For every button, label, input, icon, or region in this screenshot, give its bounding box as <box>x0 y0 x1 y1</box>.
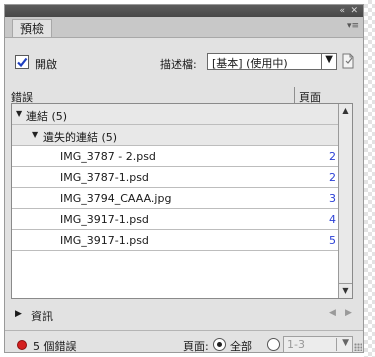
list-item[interactable]: IMG_3917-1.psd 4 <box>12 209 340 230</box>
expand-triangle-icon[interactable]: ▼ <box>16 109 22 118</box>
list-item-label: IMG_3787 - 2.psd <box>60 150 156 163</box>
preflight-panel: « ✕ 預檢 ▾≡ 開啟 描述檔: [基本] (使用中) ▼ 錯誤 頁面 ▼ 連… <box>4 4 364 353</box>
all-pages-radio[interactable] <box>213 338 226 351</box>
background-checker <box>364 0 375 357</box>
pages-label: 頁面: <box>183 340 209 353</box>
list-item-page[interactable]: 5 <box>329 234 336 247</box>
scroll-down-icon[interactable]: ▼ <box>339 283 352 298</box>
expand-triangle-icon[interactable]: ▼ <box>32 130 38 139</box>
list-item-page[interactable]: 3 <box>329 192 336 205</box>
list-item-label: IMG_3917-1.psd <box>60 234 149 247</box>
chevron-down-icon[interactable]: ▼ <box>342 338 349 348</box>
list-item-label: 遺失的連結 (5) <box>43 131 118 144</box>
profile-dropdown[interactable]: [基本] (使用中) ▼ <box>207 53 337 70</box>
enable-label: 開啟 <box>35 58 57 71</box>
error-status-icon <box>17 340 27 350</box>
list-item-label: IMG_3794_CAAA.jpg <box>60 192 172 205</box>
info-section: ▶ 資訊 ◀ ▶ <box>11 306 353 324</box>
page-range-radio[interactable] <box>267 338 280 351</box>
expand-triangle-icon[interactable]: ▶ <box>15 309 22 319</box>
tab-preflight[interactable]: 預檢 <box>12 19 53 37</box>
list-item-page[interactable]: 2 <box>329 150 336 163</box>
list-item-links[interactable]: ▼ 連結 (5) <box>12 104 340 125</box>
dropdown-divider <box>321 54 322 69</box>
all-pages-label: 全部 <box>230 340 252 353</box>
previous-icon[interactable]: ◀ <box>329 308 336 318</box>
tab-bar: 預檢 ▾≡ <box>5 17 363 38</box>
chevron-down-icon: ▼ <box>325 54 333 65</box>
list-item-label: IMG_3917-1.psd <box>60 213 149 226</box>
vertical-scrollbar[interactable]: ▲ ▼ <box>338 104 352 298</box>
page-range-value: 1-3 <box>287 338 305 351</box>
column-divider[interactable] <box>294 87 295 103</box>
list-item[interactable]: IMG_3787-1.psd 2 <box>12 167 340 188</box>
panel-menu-icon[interactable]: ▾≡ <box>347 21 359 31</box>
resize-grip-icon[interactable] <box>354 343 362 351</box>
status-divider <box>5 330 363 331</box>
scroll-up-icon[interactable]: ▲ <box>339 104 352 118</box>
profile-value: [基本] (使用中) <box>212 57 288 70</box>
define-profiles-icon[interactable] <box>340 52 356 70</box>
collapse-icon[interactable]: « <box>339 5 345 17</box>
enable-checkbox[interactable] <box>15 55 29 69</box>
list-item[interactable]: IMG_3787 - 2.psd 2 <box>12 146 340 167</box>
list-item-page[interactable]: 2 <box>329 171 336 184</box>
profile-label: 描述檔: <box>160 58 197 71</box>
list-item-label: IMG_3787-1.psd <box>60 171 149 184</box>
checkmark-icon <box>17 57 28 68</box>
list-item[interactable]: IMG_3917-1.psd 5 <box>12 230 340 251</box>
info-label[interactable]: 資訊 <box>31 308 53 324</box>
close-icon[interactable]: ✕ <box>350 5 358 17</box>
list-item-missing-links[interactable]: ▼ 遺失的連結 (5) <box>12 125 340 146</box>
table-header: 錯誤 頁面 <box>11 87 353 104</box>
error-count[interactable]: 5 個錯誤 <box>33 338 77 354</box>
error-list: ▼ 連結 (5) ▼ 遺失的連結 (5) IMG_3787 - 2.psd 2 … <box>11 103 353 299</box>
panel-titlebar[interactable]: « ✕ <box>5 5 363 17</box>
list-item-page[interactable]: 4 <box>329 213 336 226</box>
next-icon[interactable]: ▶ <box>345 308 352 318</box>
list-item[interactable]: IMG_3794_CAAA.jpg 3 <box>12 188 340 209</box>
list-item-label: 連結 (5) <box>26 110 68 123</box>
dropdown-divider <box>336 338 337 351</box>
page-range-field[interactable]: 1-3 ▼ <box>283 336 353 353</box>
